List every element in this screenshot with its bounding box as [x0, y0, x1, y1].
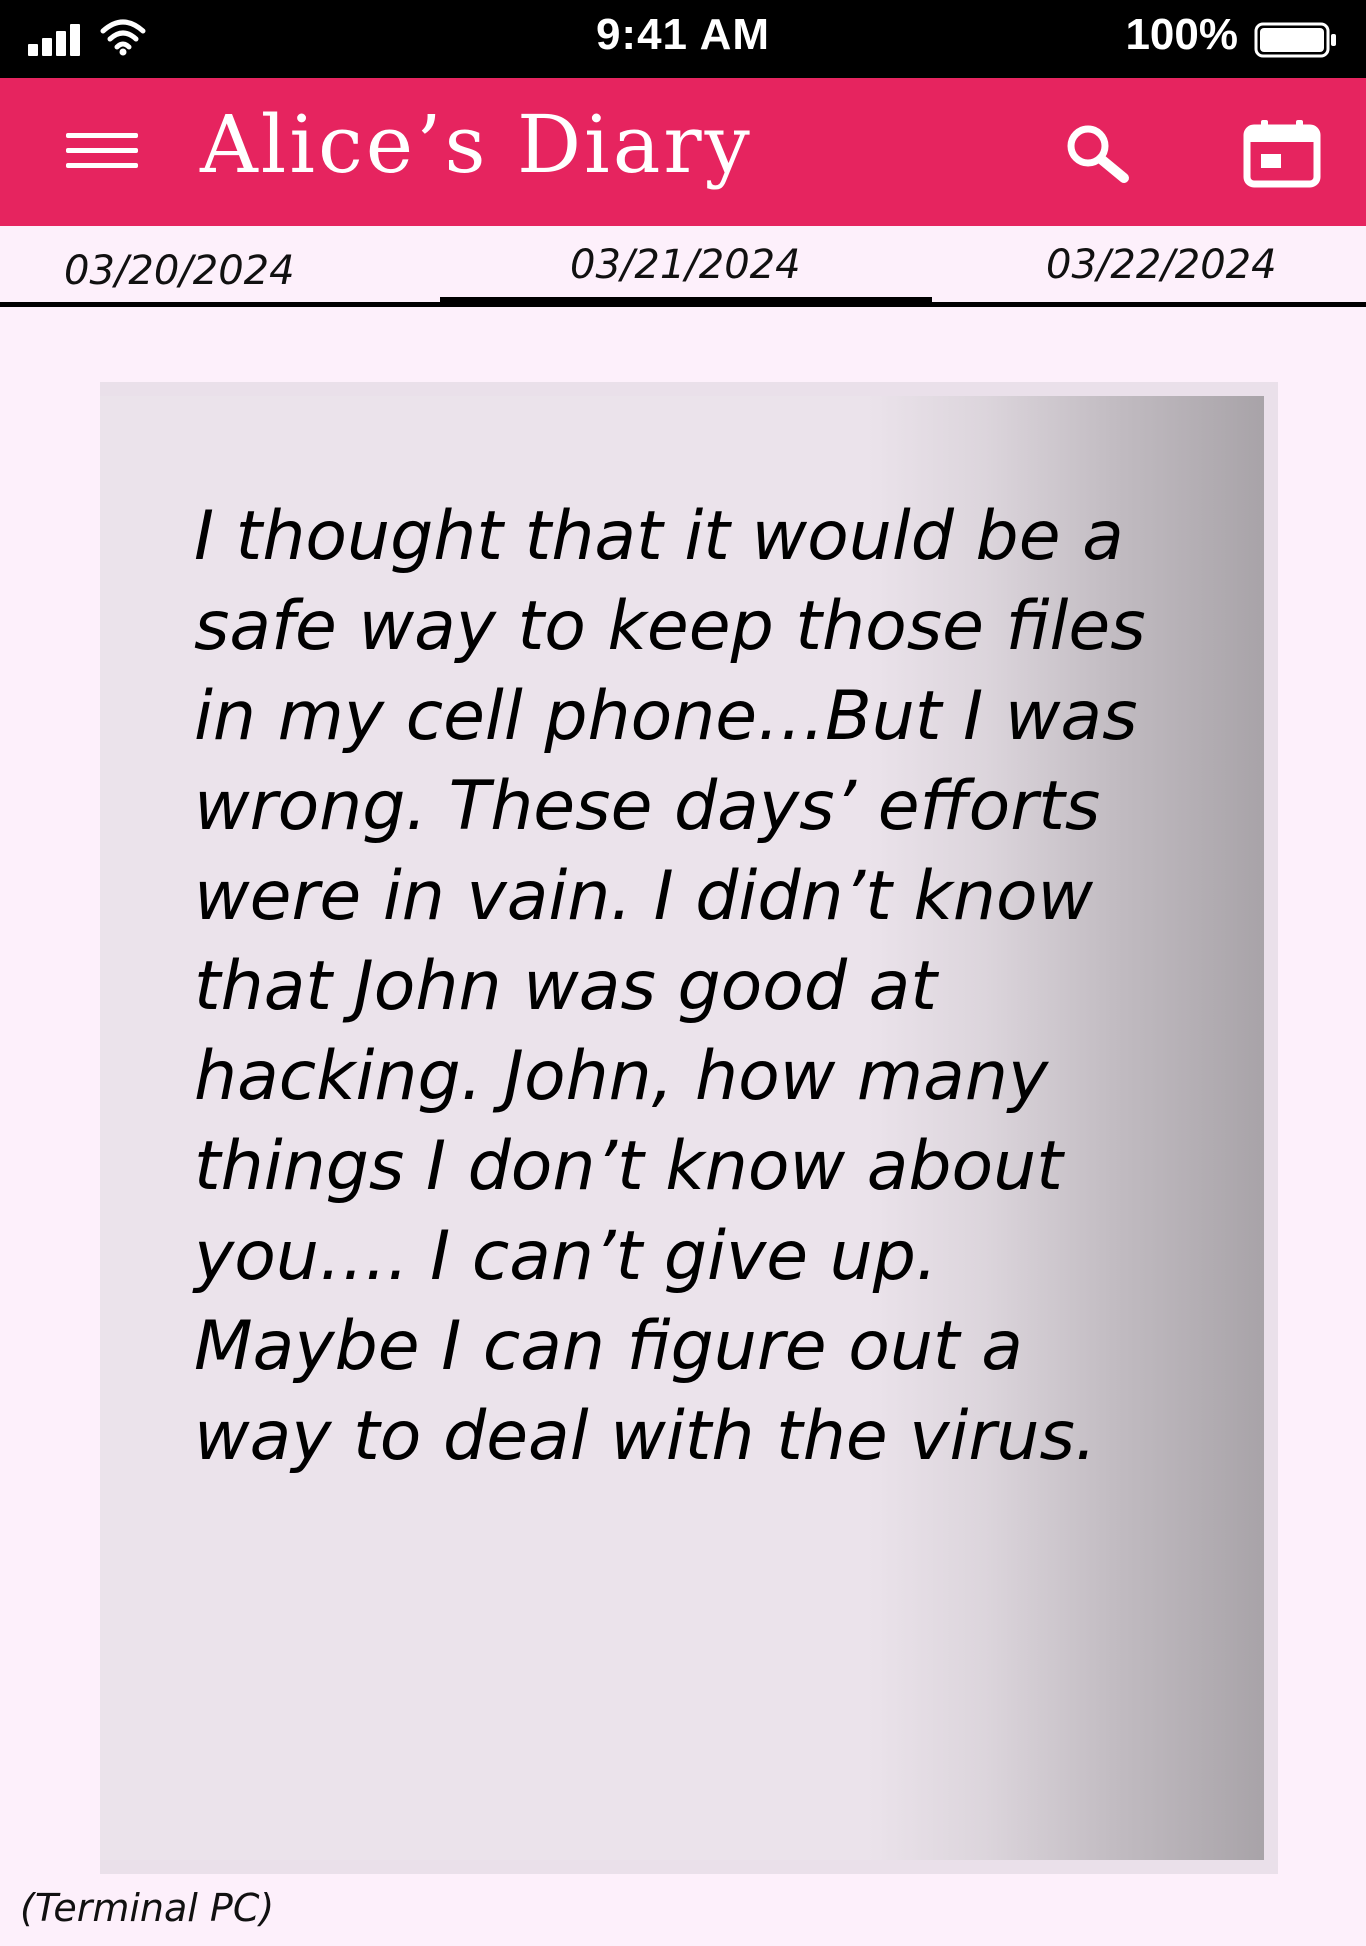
battery-icon	[1254, 22, 1336, 58]
entry-line: way to deal with the virus.	[194, 1397, 1097, 1476]
diary-entry-text: I thought that it would be a safe way to…	[194, 492, 1234, 1482]
status-bar: 9:41 AM 100%	[0, 0, 1366, 78]
tab-date-previous[interactable]: 03/20/2024	[64, 248, 295, 294]
entry-line: wrong. These days’ efforts	[194, 767, 1101, 846]
search-icon[interactable]	[1058, 118, 1134, 188]
diary-entry-card: I thought that it would be a safe way to…	[100, 382, 1278, 1874]
menu-icon[interactable]	[66, 133, 138, 173]
entry-line: things I don’t know about	[194, 1127, 1063, 1206]
entry-line: I thought that it would be a	[194, 497, 1124, 576]
tab-date-next[interactable]: 03/22/2024	[1046, 242, 1277, 288]
app-bar: Alice’s Diary	[0, 78, 1366, 226]
selected-tab-indicator	[440, 297, 932, 305]
app-title: Alice’s Diary	[200, 98, 753, 191]
entry-line: hacking. John, how many	[194, 1037, 1049, 1116]
entry-line: safe way to keep those files	[194, 587, 1146, 666]
entry-line: you…. I can’t give up.	[194, 1217, 938, 1296]
entry-line: that John was good at	[194, 947, 937, 1026]
caption-label: (Terminal PC)	[20, 1886, 275, 1930]
diary-page: I thought that it would be a safe way to…	[100, 396, 1264, 1860]
battery-percent: 100%	[1125, 10, 1238, 59]
entry-line: Maybe I can figure out a	[194, 1307, 1023, 1386]
entry-line: were in vain. I didn’t know	[194, 857, 1094, 936]
entry-line: in my cell phone…But I was	[194, 677, 1138, 756]
tab-date-current[interactable]: 03/21/2024	[570, 242, 801, 288]
calendar-icon[interactable]	[1242, 118, 1322, 188]
date-tabs: 03/20/2024 03/21/2024 03/22/2024	[0, 226, 1366, 312]
